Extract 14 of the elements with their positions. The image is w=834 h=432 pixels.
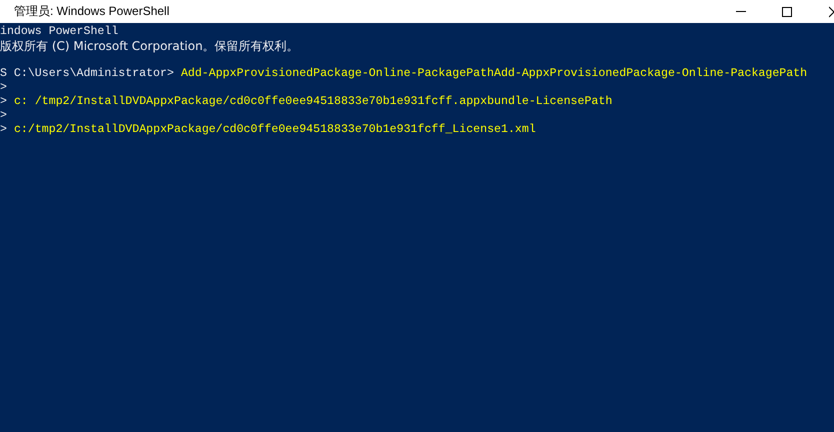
prompt-text: >	[0, 123, 7, 137]
output-text: 版权所有 (C) Microsoft Corporation。保留所有权利。	[0, 39, 299, 53]
prompt-text: S C:\Users\Administrator>	[0, 67, 174, 81]
command-text: c: /tmp2/InstallDVDAppxPackage/cd0c0ffe0ee94518833e70b1e931fcff.appxbundle-LicensePath	[14, 95, 612, 109]
minimize-icon	[736, 11, 746, 12]
close-icon	[829, 6, 834, 18]
output-text: indows PowerShell	[0, 25, 118, 39]
prompt-text: >	[0, 95, 7, 109]
prompt-text: >	[0, 81, 7, 95]
window-title: 管理员: Windows PowerShell	[13, 3, 170, 20]
command-text: Add-AppxProvisionedPackage-Online-PackagePathAdd-AppxProvisionedPackage-Online-PackagePath	[180, 67, 808, 81]
maximize-icon	[781, 6, 793, 18]
command-text: c:/tmp2/InstallDVDAppxPackage/cd0c0ffe0ee94518833e70b1e931fcff_License1.xml	[14, 123, 536, 137]
prompt-text: >	[0, 109, 7, 123]
